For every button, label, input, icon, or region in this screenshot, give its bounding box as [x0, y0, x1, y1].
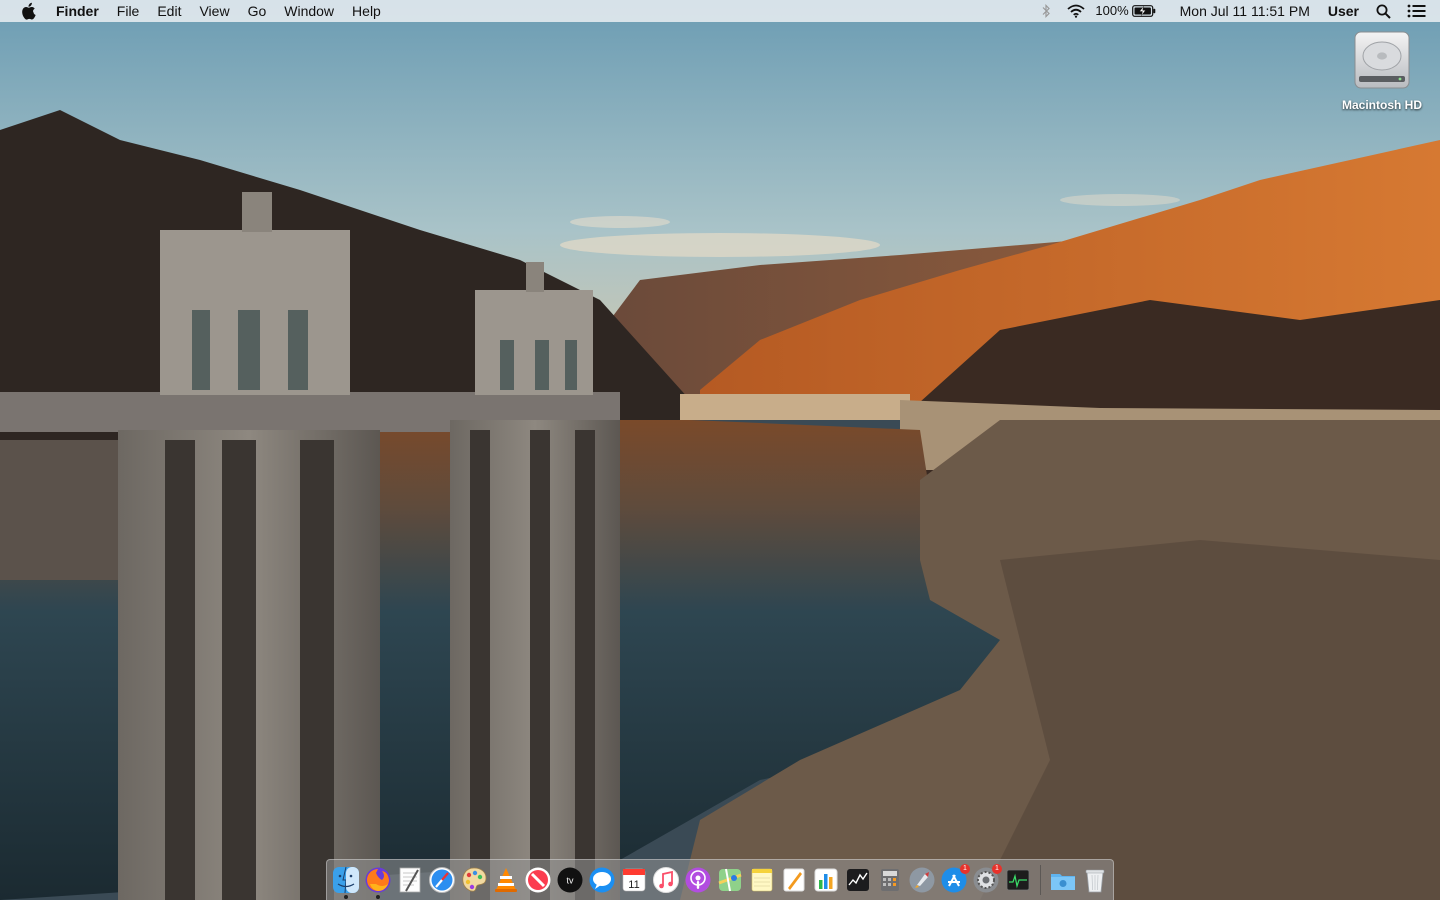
menu-view[interactable]: View — [190, 0, 238, 22]
dock-pages[interactable] — [778, 862, 810, 898]
dock-podcasts[interactable] — [682, 862, 714, 898]
menu-go[interactable]: Go — [239, 0, 276, 22]
dock-apple-tv[interactable]: tv — [554, 862, 586, 898]
dock-firefox[interactable] — [362, 862, 394, 899]
dock-news[interactable] — [522, 862, 554, 898]
tv-icon: tv — [557, 867, 583, 893]
menu-app-name[interactable]: Finder — [47, 0, 108, 22]
calendar-day: 11 — [628, 879, 639, 891]
calculator-icon — [881, 869, 899, 891]
dock-textedit[interactable] — [394, 862, 426, 898]
menu-help[interactable]: Help — [343, 0, 390, 22]
battery-charging-icon[interactable] — [1131, 5, 1156, 17]
tv-label: tv — [566, 876, 574, 886]
palette-icon — [462, 867, 487, 892]
notes-icon — [751, 868, 773, 892]
messages-icon — [589, 867, 615, 893]
menu-edit[interactable]: Edit — [148, 0, 190, 22]
dock-calendar[interactable]: 11 — [618, 862, 650, 898]
dock-color-picker[interactable] — [458, 862, 490, 898]
dock-vlc[interactable] — [490, 862, 522, 898]
dock-system-preferences[interactable]: 1 — [970, 862, 1002, 898]
running-indicator — [376, 895, 380, 899]
stocks-icon — [847, 869, 869, 891]
dock-finder[interactable] — [330, 862, 362, 899]
numbers-icon — [814, 868, 838, 892]
finder-icon — [333, 866, 359, 894]
menu-file[interactable]: File — [108, 0, 149, 22]
desktop-icon-macintosh-hd[interactable]: Macintosh HD — [1336, 30, 1428, 112]
spotlight-search-icon[interactable] — [1376, 4, 1391, 19]
desktop-wallpaper — [0, 0, 1440, 900]
trash-icon — [1085, 869, 1105, 893]
safari-icon — [429, 867, 455, 893]
calendar-icon: 11 — [622, 868, 646, 892]
apple-logo-icon[interactable] — [20, 2, 36, 20]
dock-launchpad[interactable] — [906, 862, 938, 898]
running-indicator — [344, 895, 348, 899]
dock: tv 11 1 1 — [326, 859, 1114, 900]
maps-icon — [718, 868, 742, 892]
dock-music[interactable] — [650, 862, 682, 898]
menu-window[interactable]: Window — [275, 0, 343, 22]
bluetooth-icon[interactable] — [1041, 4, 1051, 18]
dock-activity-monitor[interactable] — [1002, 862, 1034, 898]
dock-separator — [1040, 865, 1041, 895]
wifi-icon[interactable] — [1067, 4, 1085, 18]
dock-safari[interactable] — [426, 862, 458, 898]
battery-percent[interactable]: 100% — [1093, 0, 1131, 22]
textedit-icon — [399, 867, 421, 893]
dock-maps[interactable] — [714, 862, 746, 898]
pages-icon — [783, 868, 805, 892]
music-icon — [653, 867, 679, 893]
user-menu[interactable]: User — [1319, 0, 1368, 22]
dock-messages[interactable] — [586, 862, 618, 898]
menu-bar: Finder File Edit View Go Window Help 100… — [0, 0, 1440, 22]
hard-drive-icon — [1354, 31, 1410, 89]
terminal-icon — [1006, 869, 1030, 891]
podcasts-icon — [685, 867, 711, 893]
dock-notes[interactable] — [746, 862, 778, 898]
launchpad-icon — [909, 867, 935, 893]
desktop-icon-label: Macintosh HD — [1341, 98, 1422, 112]
dock-stocks[interactable] — [842, 862, 874, 898]
dock-calculator[interactable] — [874, 862, 906, 898]
dock-app-store[interactable]: 1 — [938, 862, 970, 898]
app-store-badge: 1 — [960, 864, 970, 874]
news-icon — [525, 867, 551, 893]
vlc-icon — [495, 868, 517, 892]
firefox-icon — [365, 867, 391, 893]
dock-numbers[interactable] — [810, 862, 842, 898]
notification-center-icon[interactable] — [1407, 4, 1426, 18]
system-preferences-badge: 1 — [992, 864, 1002, 874]
folder-icon — [1051, 874, 1075, 890]
dock-trash[interactable] — [1079, 862, 1111, 898]
menu-clock[interactable]: Mon Jul 11 11:51 PM — [1164, 0, 1319, 22]
dock-downloads-folder[interactable] — [1047, 862, 1079, 898]
